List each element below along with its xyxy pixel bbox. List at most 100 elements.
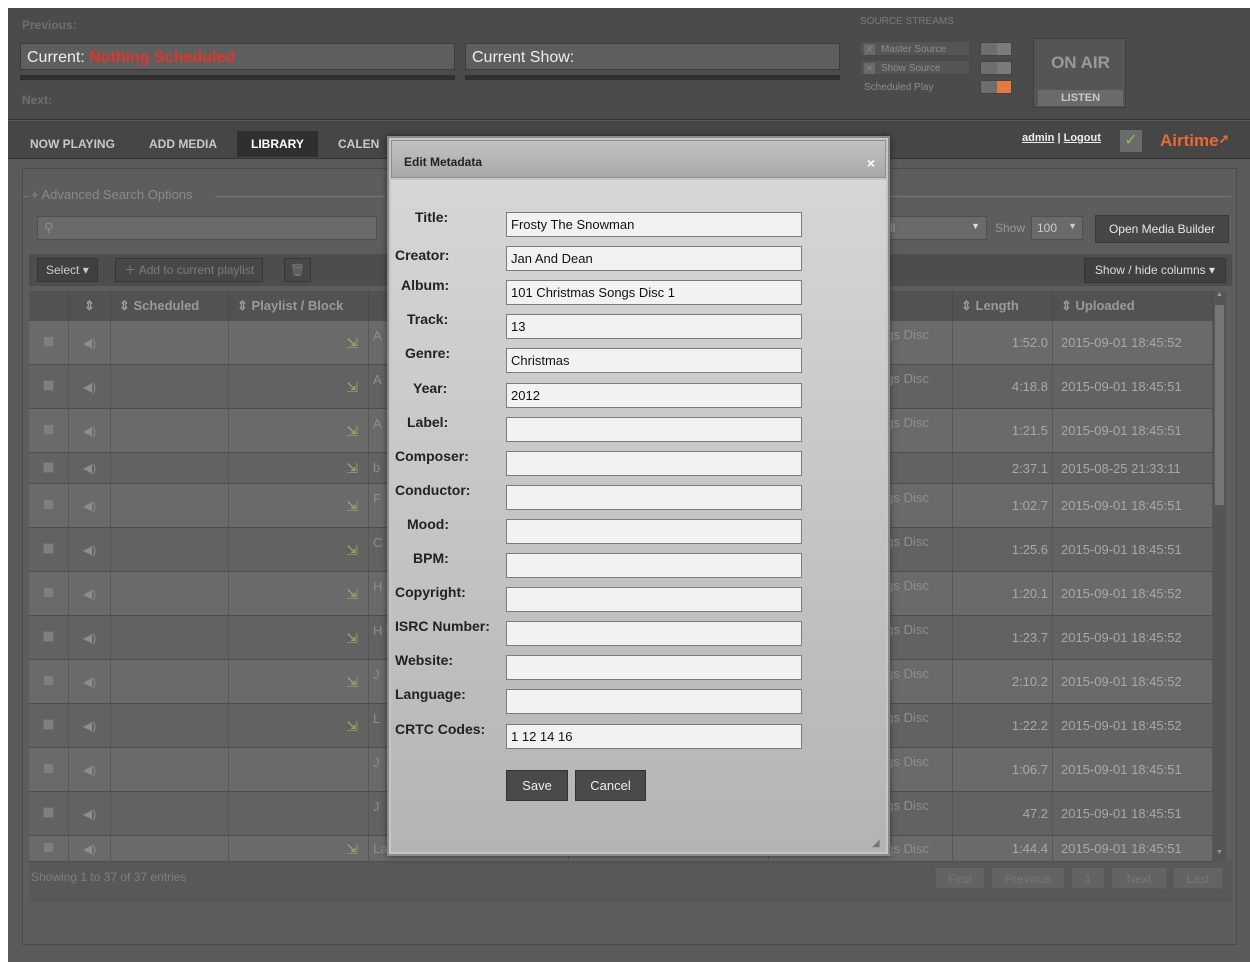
page-first[interactable]: First: [935, 867, 985, 889]
playlist-add-icon[interactable]: ⇲: [346, 335, 358, 351]
playlist-add-icon[interactable]: ⇲: [346, 586, 358, 602]
col-length[interactable]: ⇕ Length: [953, 291, 1053, 321]
show-source-item[interactable]: ✕ Show Source: [860, 60, 970, 75]
tab-add-media[interactable]: ADD MEDIA: [149, 135, 217, 157]
trash-icon[interactable]: 🗑: [284, 258, 311, 282]
row-uploaded: 2015-09-01 18:45:52: [1061, 586, 1182, 601]
save-button[interactable]: Save: [506, 770, 568, 801]
filter-select[interactable]: All▼: [875, 216, 987, 240]
speaker-icon[interactable]: ◀): [69, 321, 111, 364]
search-icon: ⚲: [44, 220, 54, 235]
show-hide-columns-button[interactable]: Show / hide columns ▾: [1083, 258, 1226, 283]
col-sort[interactable]: ⇕: [69, 291, 111, 321]
row-checkbox[interactable]: [43, 462, 54, 473]
master-source-item[interactable]: ✕ Master Source: [860, 41, 970, 56]
field-input-conductor[interactable]: [506, 485, 802, 510]
speaker-icon[interactable]: ◀): [69, 484, 111, 527]
add-to-playlist-button[interactable]: ＋ Add to current playlist: [115, 258, 264, 282]
field-input-genre[interactable]: [506, 348, 802, 373]
field-input-year[interactable]: [506, 383, 802, 408]
field-input-creator[interactable]: [506, 246, 802, 271]
show-count-select[interactable]: 100 ▼: [1031, 216, 1083, 240]
row-checkbox[interactable]: [43, 631, 54, 642]
col-playlist-block[interactable]: ⇕ Playlist / Block: [229, 291, 369, 321]
field-input-mood[interactable]: [506, 519, 802, 544]
speaker-icon[interactable]: ◀): [69, 704, 111, 747]
logout-link[interactable]: Logout: [1064, 132, 1101, 144]
playlist-add-icon[interactable]: ⇲: [346, 542, 358, 558]
playlist-add-icon[interactable]: ⇲: [346, 423, 358, 439]
field-input-title[interactable]: [506, 212, 802, 237]
speaker-icon[interactable]: ◀): [69, 572, 111, 615]
close-icon[interactable]: ✕: [864, 63, 875, 74]
row-checkbox[interactable]: [43, 719, 54, 730]
playlist-add-icon[interactable]: ⇲: [346, 498, 358, 514]
row-uploaded: 2015-09-01 18:45:51: [1061, 379, 1182, 394]
page-1[interactable]: 1: [1071, 867, 1105, 889]
open-media-builder-button[interactable]: Open Media Builder: [1095, 215, 1229, 243]
playlist-add-icon[interactable]: ⇲: [346, 718, 358, 734]
field-input-bpm[interactable]: [506, 553, 802, 578]
field-input-label[interactable]: [506, 417, 802, 442]
select-button[interactable]: Select ▾: [37, 258, 98, 282]
field-input-copyright[interactable]: [506, 587, 802, 612]
speaker-icon[interactable]: ◀): [69, 792, 111, 835]
speaker-icon[interactable]: ◀): [69, 365, 111, 408]
playlist-add-icon[interactable]: ⇲: [346, 379, 358, 395]
field-input-crtc-codes[interactable]: [506, 724, 802, 749]
row-uploaded: 2015-09-01 18:45:51: [1061, 806, 1182, 821]
row-checkbox[interactable]: [43, 587, 54, 598]
col-uploaded[interactable]: ⇕ Uploaded: [1053, 291, 1213, 321]
row-checkbox[interactable]: [43, 380, 54, 391]
speaker-icon[interactable]: ◀): [69, 660, 111, 703]
close-icon[interactable]: ✕: [864, 44, 875, 55]
page-next[interactable]: Next: [1111, 867, 1167, 889]
field-row: Website:: [391, 652, 886, 681]
row-checkbox[interactable]: [43, 336, 54, 347]
speaker-icon[interactable]: ◀): [69, 409, 111, 452]
row-checkbox[interactable]: [43, 807, 54, 818]
row-checkbox[interactable]: [43, 675, 54, 686]
page-last[interactable]: Last: [1173, 867, 1223, 889]
tab-library[interactable]: LIBRARY: [237, 131, 318, 157]
page-previous[interactable]: Previous: [991, 867, 1065, 889]
playlist-add-icon[interactable]: ⇲: [346, 841, 358, 857]
table-scrollbar[interactable]: ▲ ▼: [1213, 291, 1226, 862]
row-checkbox[interactable]: [43, 842, 54, 853]
admin-link[interactable]: admin: [1022, 132, 1054, 144]
speaker-icon[interactable]: ◀): [69, 528, 111, 571]
close-icon[interactable]: ×: [867, 155, 875, 171]
row-checkbox[interactable]: [43, 424, 54, 435]
row-checkbox[interactable]: [43, 543, 54, 554]
cancel-button[interactable]: Cancel: [575, 770, 646, 801]
speaker-icon[interactable]: ◀): [69, 748, 111, 791]
playlist-add-icon[interactable]: ⇲: [346, 630, 358, 646]
field-input-track[interactable]: [506, 314, 802, 339]
tab-calendar[interactable]: CALEN: [338, 135, 379, 157]
show-source-toggle[interactable]: [980, 61, 1012, 75]
field-input-isrc-number[interactable]: [506, 621, 802, 646]
field-input-language[interactable]: [506, 689, 802, 714]
playlist-add-icon[interactable]: ⇲: [346, 674, 358, 690]
listen-button[interactable]: LISTEN: [1038, 90, 1123, 106]
advanced-search-toggle[interactable]: + Advanced Search Options: [31, 187, 193, 202]
speaker-icon[interactable]: ◀): [69, 836, 111, 861]
check-icon[interactable]: ✓: [1120, 130, 1142, 152]
playlist-add-icon[interactable]: ⇲: [346, 460, 358, 476]
row-checkbox[interactable]: [43, 763, 54, 774]
scrollbar-thumb[interactable]: [1215, 305, 1224, 505]
row-checkbox[interactable]: [43, 499, 54, 510]
field-input-composer[interactable]: [506, 451, 802, 476]
col-scheduled[interactable]: ⇕ Scheduled: [111, 291, 229, 321]
scheduled-play-toggle[interactable]: [980, 80, 1012, 94]
speaker-icon[interactable]: ◀): [69, 453, 111, 483]
add-to-playlist-label: Add to current playlist: [138, 263, 255, 277]
field-input-website[interactable]: [506, 655, 802, 680]
master-source-toggle[interactable]: [980, 42, 1012, 56]
tab-now-playing[interactable]: NOW PLAYING: [30, 135, 115, 157]
resize-grip-icon[interactable]: ◢: [872, 838, 884, 850]
speaker-icon[interactable]: ◀): [69, 616, 111, 659]
field-input-album[interactable]: [506, 280, 802, 305]
search-input[interactable]: ⚲: [37, 216, 377, 240]
row-title: A: [373, 416, 382, 431]
